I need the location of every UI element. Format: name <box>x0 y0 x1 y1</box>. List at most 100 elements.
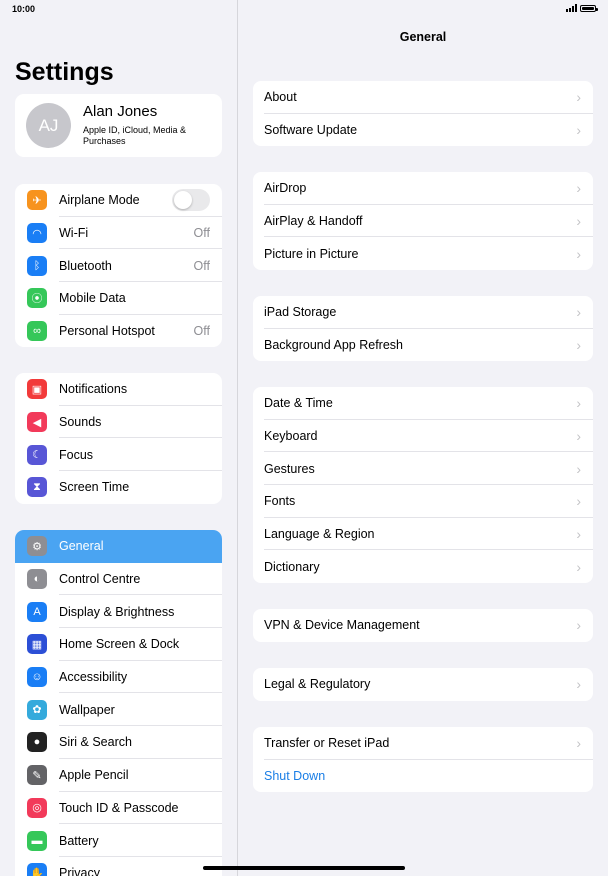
chevron-right-icon: › <box>576 122 581 139</box>
general-item-label: VPN & Device Management <box>264 618 420 633</box>
sidebar-item-battery[interactable]: ▬ Battery <box>15 824 222 857</box>
general-group: Legal & Regulatory › <box>253 668 593 701</box>
flower-icon: ✿ <box>27 699 47 720</box>
sidebar-item-wi-fi[interactable]: ◠ Wi-Fi Off <box>15 217 222 250</box>
general-group: Date & Time › Keyboard › Gestures › Fonts › Lang… <box>253 387 593 584</box>
chevron-right-icon: › <box>576 245 581 262</box>
general-group: AirDrop › AirPlay & Handoff › Picture in Pic… <box>253 172 593 271</box>
sidebar-item-wallpaper[interactable]: ✿ Wallpaper <box>15 693 222 727</box>
sidebar-item-label: Mobile Data <box>59 291 126 306</box>
airplane-icon: ✈ <box>27 190 47 211</box>
general-item-language-and-region[interactable]: Language & Region › <box>253 518 593 551</box>
general-item-background-app-refresh[interactable]: Background App Refresh › <box>253 329 593 362</box>
sidebar-item-privacy[interactable]: ✋ Privacy <box>15 857 222 876</box>
bluetooth-icon: ᛒ <box>27 255 47 276</box>
chevron-right-icon: › <box>576 617 581 634</box>
sidebar-item-apple-pencil[interactable]: ✎ Apple Pencil <box>15 759 222 792</box>
settings-group: ⚙ General ◐ Control Centre A Display & Bright… <box>15 530 222 876</box>
general-item-legal-and-regulatory[interactable]: Legal & Regulatory › <box>253 668 593 701</box>
sidebar-item-label: Focus <box>59 447 94 462</box>
sidebar-item-label: Apple Pencil <box>59 768 129 783</box>
general-item-label: Date & Time <box>264 396 333 411</box>
shut-down-button[interactable]: Shut Down <box>253 760 593 793</box>
general-item-gestures[interactable]: Gestures › <box>253 452 593 486</box>
chevron-right-icon: › <box>576 493 581 510</box>
general-item-label: About <box>264 90 297 105</box>
general-item-fonts[interactable]: Fonts › <box>253 485 593 518</box>
profile-name: Alan Jones <box>83 103 158 120</box>
general-item-date-and-time[interactable]: Date & Time › <box>253 387 593 420</box>
general-item-airplay-and-handoff[interactable]: AirPlay & Handoff › <box>253 205 593 238</box>
airplane-mode-toggle[interactable] <box>172 189 210 212</box>
general-item-vpn-and-device-management[interactable]: VPN & Device Management › <box>253 609 593 642</box>
settings-group: ✈ Airplane Mode ◠ Wi-Fi Off ᛒ Bluetooth Off ⦿ Mob… <box>15 184 222 348</box>
speaker-icon: ◀ <box>27 412 47 433</box>
status-value: Off <box>193 258 210 273</box>
general-item-keyboard[interactable]: Keyboard › <box>253 420 593 453</box>
sidebar-item-label: Display & Brightness <box>59 604 175 619</box>
sidebar-item-personal-hotspot[interactable]: ∞ Personal Hotspot Off <box>15 315 222 348</box>
sidebar-item-label: Airplane Mode <box>59 193 140 208</box>
text-size-icon: A <box>27 601 47 622</box>
general-group: VPN & Device Management › <box>253 609 593 642</box>
general-item-about[interactable]: About › <box>253 81 593 114</box>
home-indicator[interactable] <box>203 866 405 870</box>
general-item-label: Picture in Picture <box>264 246 359 261</box>
grid-icon: ▦ <box>27 634 47 655</box>
sidebar-item-screen-time[interactable]: ⧗ Screen Time <box>15 471 222 504</box>
sidebar-item-display-and-brightness[interactable]: A Display & Brightness <box>15 595 222 629</box>
general-item-airdrop[interactable]: AirDrop › <box>253 172 593 205</box>
general-item-label: Background App Refresh <box>264 338 403 353</box>
general-item-label: Legal & Regulatory <box>264 677 371 692</box>
sidebar-item-label: Notifications <box>59 382 128 397</box>
page-title: Settings <box>15 58 114 86</box>
sidebar-item-accessibility[interactable]: ☺ Accessibility <box>15 661 222 694</box>
chevron-right-icon: › <box>576 460 581 477</box>
sidebar-item-label: Touch ID & Passcode <box>59 800 179 815</box>
wifi-icon: ◠ <box>27 223 47 244</box>
sidebar-item-home-screen-and-dock[interactable]: ▦ Home Screen & Dock <box>15 628 222 661</box>
general-item-picture-in-picture[interactable]: Picture in Picture › <box>253 237 593 270</box>
general-item-label: Shut Down <box>264 769 326 784</box>
sidebar-item-label: Wi-Fi <box>59 226 89 241</box>
sidebar-item-label: Privacy <box>59 866 100 876</box>
sidebar-item-focus[interactable]: ☾ Focus <box>15 438 222 472</box>
apple-id-profile[interactable]: AJ Alan Jones Apple ID, iCloud, Media & … <box>15 94 222 157</box>
general-item-ipad-storage[interactable]: iPad Storage › <box>253 296 593 329</box>
pencil-icon: ✎ <box>27 765 47 786</box>
general-item-label: Fonts <box>264 494 296 509</box>
sidebar-item-label: Wallpaper <box>59 702 115 717</box>
hourglass-icon: ⧗ <box>27 477 47 498</box>
sidebar-item-touch-id-and-passcode[interactable]: ◎ Touch ID & Passcode <box>15 792 222 825</box>
sidebar-item-label: Battery <box>59 833 99 848</box>
sidebar-item-general[interactable]: ⚙ General <box>15 530 222 563</box>
chevron-right-icon: › <box>576 676 581 693</box>
sidebar-item-mobile-data[interactable]: ⦿ Mobile Data <box>15 282 222 315</box>
general-item-label: Language & Region <box>264 527 375 542</box>
sidebar-item-label: Screen Time <box>59 480 130 495</box>
switches-icon: ◐ <box>27 569 47 590</box>
general-item-transfer-or-reset-ipad[interactable]: Transfer or Reset iPad › <box>253 727 593 760</box>
chevron-right-icon: › <box>576 213 581 230</box>
sidebar-item-notifications[interactable]: ▣ Notifications <box>15 373 222 406</box>
chevron-right-icon: › <box>576 180 581 197</box>
general-item-label: iPad Storage <box>264 305 337 320</box>
general-group: About › Software Update › <box>253 81 593 147</box>
status-value: Off <box>193 324 210 339</box>
general-item-software-update[interactable]: Software Update › <box>253 114 593 147</box>
notifications-icon: ▣ <box>27 379 47 400</box>
sidebar-item-bluetooth[interactable]: ᛒ Bluetooth Off <box>15 249 222 283</box>
sidebar-item-control-centre[interactable]: ◐ Control Centre <box>15 563 222 596</box>
general-group: Transfer or Reset iPad › Shut Down <box>253 727 593 793</box>
sidebar-item-label: Home Screen & Dock <box>59 637 180 652</box>
sidebar-item-sounds[interactable]: ◀ Sounds <box>15 406 222 439</box>
sidebar-item-siri-and-search[interactable]: ● Siri & Search <box>15 726 222 759</box>
sidebar-item-label: General <box>59 539 104 554</box>
profile-subtitle: Apple ID, iCloud, Media & Purchases <box>83 125 187 146</box>
sidebar-item-label: Bluetooth <box>59 258 112 273</box>
sidebar-item-airplane-mode[interactable]: ✈ Airplane Mode <box>15 184 222 217</box>
antenna-icon: ⦿ <box>27 288 47 309</box>
chevron-right-icon: › <box>576 558 581 575</box>
general-item-dictionary[interactable]: Dictionary › <box>253 550 593 583</box>
chevron-right-icon: › <box>576 428 581 445</box>
